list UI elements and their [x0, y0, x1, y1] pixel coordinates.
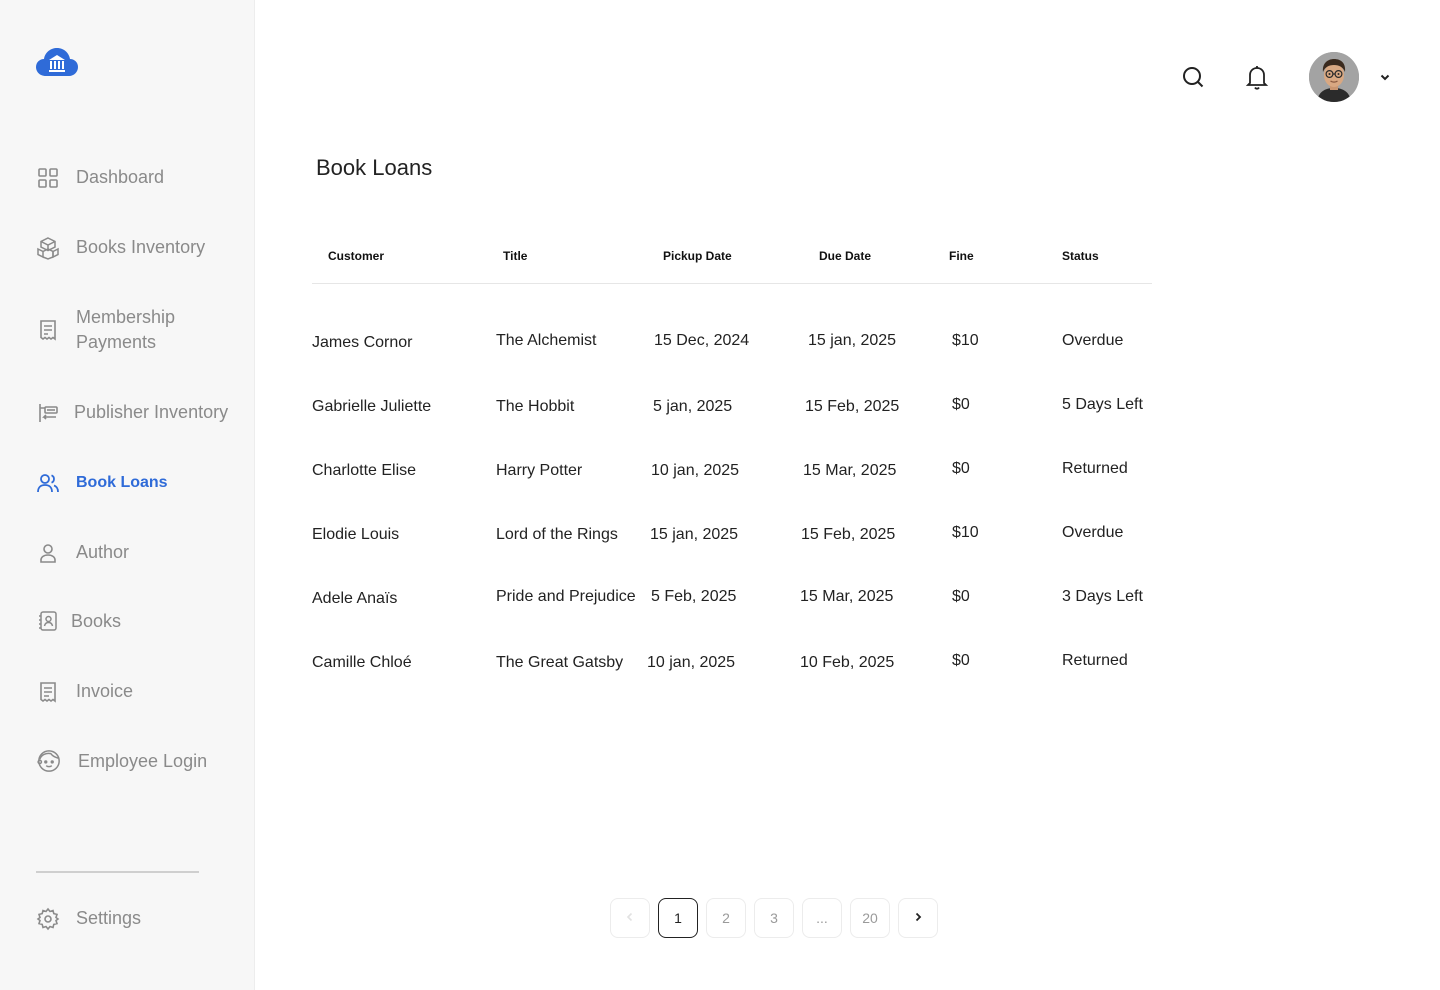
sidebar-item-membership-payments[interactable]: Membership Payments: [36, 305, 206, 355]
book-icon: [36, 610, 60, 634]
next-page-button[interactable]: [898, 898, 938, 938]
page-button-3[interactable]: 3: [754, 898, 794, 938]
sidebar-item-label: Invoice: [76, 681, 134, 701]
title-cell: The Great Gatsby: [496, 654, 624, 671]
users-icon: [36, 471, 60, 495]
due-date-cell: 15 Mar, 2025: [800, 588, 894, 605]
column-header-status[interactable]: Status: [1062, 249, 1099, 263]
title-cell: The Hobbit: [496, 398, 575, 415]
sidebar-item-settings[interactable]: Settings: [36, 906, 141, 931]
avatar[interactable]: [1309, 52, 1359, 102]
sidebar-item-books[interactable]: Books: [36, 609, 121, 634]
transfer-icon: [36, 401, 60, 425]
pickup-date-cell: 5 jan, 2025: [653, 398, 733, 415]
sidebar-item-label: Employee Login: [78, 750, 208, 771]
sidebar-item-dashboard[interactable]: Dashboard: [36, 165, 164, 190]
customer-cell: Charlotte Elise: [312, 462, 417, 479]
search-icon[interactable]: [1181, 65, 1205, 94]
boxes-icon: [36, 236, 60, 260]
chevron-left-icon: [624, 910, 636, 926]
column-header-customer[interactable]: Customer: [328, 249, 384, 263]
page-button-20[interactable]: 20: [850, 898, 890, 938]
sidebar-item-publisher-inventory[interactable]: Publisher Inventory: [36, 400, 228, 425]
sidebar: Dashboard Books Inventory Membership Pay…: [0, 0, 255, 990]
pickup-date-cell: 15 jan, 2025: [650, 526, 739, 543]
status-cell: 5 Days Left: [1062, 396, 1143, 413]
customer-cell: Camille Chloé: [312, 654, 412, 671]
grid-icon: [36, 166, 60, 190]
gear-icon: [36, 907, 60, 931]
pickup-date-cell: 10 jan, 2025: [647, 654, 736, 671]
column-header-due-date[interactable]: Due Date: [819, 249, 871, 263]
fine-cell: $10: [952, 332, 979, 349]
sidebar-item-book-loans[interactable]: Book Loans: [36, 470, 168, 495]
title-cell: Lord of the Rings: [496, 526, 618, 543]
settings-label: Settings: [76, 908, 142, 928]
sidebar-item-label: Book Loans: [76, 474, 168, 491]
page-ellipsis[interactable]: ...: [802, 898, 842, 938]
column-header-fine[interactable]: Fine: [949, 249, 974, 263]
chevron-right-icon: [912, 910, 924, 926]
page-button-1[interactable]: 1: [658, 898, 698, 938]
due-date-cell: 15 Feb, 2025: [805, 398, 900, 415]
status-cell: Overdue: [1062, 524, 1124, 541]
column-header-title[interactable]: Title: [503, 249, 527, 263]
page-title: Book Loans: [316, 155, 433, 180]
fine-cell: $0: [952, 396, 970, 413]
status-cell: Returned: [1062, 460, 1128, 477]
sidebar-item-label: Author: [76, 542, 130, 562]
library-logo-icon[interactable]: [36, 46, 78, 78]
bell-icon[interactable]: [1245, 64, 1269, 95]
sidebar-item-author[interactable]: Author: [36, 540, 129, 565]
fine-cell: $10: [952, 524, 979, 541]
sidebar-item-label: Books Inventory: [76, 237, 206, 257]
pickup-date-cell: 15 Dec, 2024: [654, 332, 750, 349]
sidebar-item-label: Publisher Inventory: [74, 402, 229, 422]
customer-cell: Gabrielle Juliette: [312, 398, 432, 415]
title-cell: Pride and Prejudice: [496, 588, 636, 605]
previous-page-button[interactable]: [610, 898, 650, 938]
sidebar-item-label: Books: [71, 611, 122, 631]
due-date-cell: 15 jan, 2025: [808, 332, 897, 349]
sidebar-item-invoice[interactable]: Invoice: [36, 679, 133, 704]
title-cell: Harry Potter: [496, 462, 583, 479]
table-header-divider: [312, 283, 1152, 284]
sidebar-item-employee-login[interactable]: Employee Login: [36, 748, 207, 774]
status-cell: Overdue: [1062, 332, 1124, 349]
chevron-down-icon[interactable]: [1378, 70, 1392, 84]
customer-cell: James Cornor: [312, 334, 413, 351]
status-cell: 3 Days Left: [1062, 588, 1143, 605]
user-icon: [36, 541, 60, 565]
fine-cell: $0: [952, 460, 970, 477]
sidebar-item-label: Membership Payments: [76, 307, 176, 352]
sidebar-item-books-inventory[interactable]: Books Inventory: [36, 235, 205, 260]
customer-cell: Adele Anaïs: [312, 590, 398, 607]
customer-cell: Elodie Louis: [312, 526, 400, 543]
fine-cell: $0: [952, 652, 970, 669]
receipt-icon: [36, 318, 60, 342]
due-date-cell: 10 Feb, 2025: [800, 654, 895, 671]
due-date-cell: 15 Mar, 2025: [803, 462, 897, 479]
invoice-icon: [36, 680, 60, 704]
face-icon: [36, 748, 62, 774]
fine-cell: $0: [952, 588, 970, 605]
sidebar-divider: [36, 871, 199, 873]
page-button-2[interactable]: 2: [706, 898, 746, 938]
column-header-pickup-date[interactable]: Pickup Date: [663, 249, 732, 263]
sidebar-item-label: Dashboard: [76, 167, 165, 187]
status-cell: Returned: [1062, 652, 1128, 669]
due-date-cell: 15 Feb, 2025: [801, 526, 896, 543]
title-cell: The Alchemist: [496, 332, 597, 349]
pickup-date-cell: 10 jan, 2025: [651, 462, 740, 479]
pickup-date-cell: 5 Feb, 2025: [651, 588, 737, 605]
